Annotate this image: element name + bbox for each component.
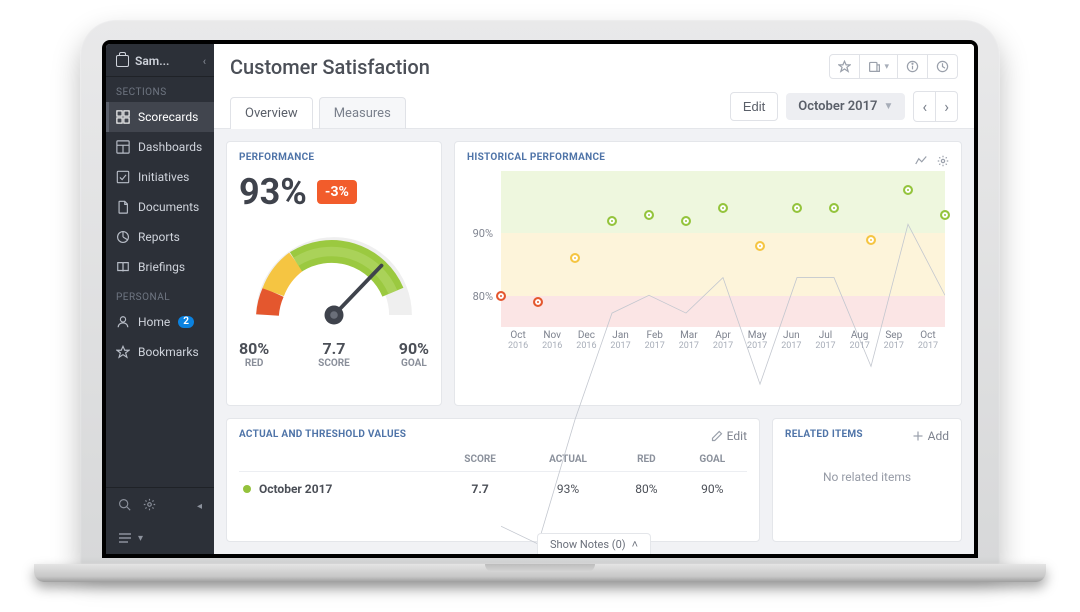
sidebar-item-home[interactable]: Home 2 xyxy=(106,307,214,337)
menu-icon[interactable]: ▾ xyxy=(106,524,214,554)
edit-button[interactable]: Edit xyxy=(730,92,778,121)
sidebar-item-label: Home xyxy=(138,315,170,329)
dashboard-icon xyxy=(116,140,130,154)
sidebar-item-label: Reports xyxy=(138,230,180,244)
header-actions: ▾ xyxy=(829,54,958,79)
org-switcher[interactable]: Sam... ‹ xyxy=(106,44,214,77)
status-dot-icon xyxy=(243,485,251,493)
period-selector[interactable]: October 2017 ▼ xyxy=(786,93,905,120)
sidebar-item-reports[interactable]: Reports xyxy=(106,222,214,252)
card-title: PERFORMANCE xyxy=(239,152,429,163)
gauge xyxy=(239,217,429,337)
history-button[interactable] xyxy=(927,55,957,78)
book-icon xyxy=(116,260,130,274)
sidebar: Sam... ‹ SECTIONS Scorecards Dashboards xyxy=(106,44,214,554)
document-icon xyxy=(116,200,130,214)
sidebar-item-scorecards[interactable]: Scorecards xyxy=(106,102,214,132)
chart-point[interactable] xyxy=(644,210,654,220)
sidebar-item-initiatives[interactable]: Initiatives xyxy=(106,162,214,192)
search-icon[interactable] xyxy=(118,498,131,514)
page-title: Customer Satisfaction xyxy=(230,55,819,79)
card-title: HISTORICAL PERFORMANCE xyxy=(467,152,949,163)
chart-point[interactable] xyxy=(533,297,543,307)
perf-goal-value: 90% xyxy=(399,339,429,358)
export-button[interactable]: ▾ xyxy=(859,55,897,78)
prev-period-button[interactable]: ‹ xyxy=(914,92,935,121)
tab-measures[interactable]: Measures xyxy=(319,97,406,129)
chart-point[interactable] xyxy=(792,203,802,213)
sidebar-item-label: Initiatives xyxy=(138,170,189,184)
section-header-sections: SECTIONS xyxy=(106,77,214,102)
main-area: Customer Satisfaction ▾ Overview xyxy=(214,44,974,554)
chart-point[interactable] xyxy=(829,203,839,213)
perf-score-label: SCORE xyxy=(318,358,350,369)
atv-period: October 2017 xyxy=(259,482,332,496)
historical-card: HISTORICAL PERFORMANCE 90%80% Oct2016Nov… xyxy=(454,141,962,406)
gear-icon[interactable] xyxy=(143,498,156,514)
chart-point[interactable] xyxy=(570,253,580,263)
section-header-personal: PERSONAL xyxy=(106,282,214,307)
info-button[interactable] xyxy=(897,55,927,78)
performance-delta: -3% xyxy=(317,180,357,204)
sidebar-item-label: Scorecards xyxy=(138,110,198,124)
grid-icon xyxy=(116,110,130,124)
sidebar-item-label: Bookmarks xyxy=(138,345,199,359)
chart-point[interactable] xyxy=(903,185,913,195)
sidebar-item-label: Dashboards xyxy=(138,140,202,154)
home-badge: 2 xyxy=(178,316,194,328)
perf-red-label: RED xyxy=(239,358,269,369)
page-header: Customer Satisfaction ▾ Overview xyxy=(214,44,974,129)
favorite-button[interactable] xyxy=(830,55,859,78)
perf-goal-label: GOAL xyxy=(399,358,429,369)
sidebar-item-briefings[interactable]: Briefings xyxy=(106,252,214,282)
historical-chart: 90%80% Oct2016Nov2016Dec2016Jan2017Feb20… xyxy=(467,171,949,351)
show-notes-label: Show Notes (0) xyxy=(550,538,626,551)
sidebar-item-label: Briefings xyxy=(138,260,185,274)
period-pager: ‹ › xyxy=(913,91,958,122)
suitcase-icon xyxy=(116,55,129,67)
performance-card: PERFORMANCE 93% -3% xyxy=(226,141,442,406)
sidebar-item-bookmarks[interactable]: Bookmarks xyxy=(106,337,214,367)
person-icon xyxy=(116,315,130,329)
chevron-left-icon: ‹ xyxy=(203,55,206,68)
chart-point[interactable] xyxy=(496,291,506,301)
show-notes-button[interactable]: Show Notes (0) ˄ xyxy=(537,533,651,554)
chevron-up-icon: ˄ xyxy=(632,538,638,551)
chart-point[interactable] xyxy=(718,203,728,213)
chart-point[interactable] xyxy=(755,241,765,251)
check-square-icon xyxy=(116,170,130,184)
chart-type-icon[interactable] xyxy=(915,152,927,171)
performance-pct: 93% xyxy=(239,171,307,213)
org-name: Sam... xyxy=(135,54,197,68)
chart-point[interactable] xyxy=(866,235,876,245)
sidebar-item-label: Documents xyxy=(138,200,199,214)
gear-icon[interactable] xyxy=(937,152,949,171)
tabs: Overview Measures xyxy=(230,96,406,128)
chart-point[interactable] xyxy=(681,216,691,226)
collapse-arrow-icon[interactable]: ◂ xyxy=(197,501,202,512)
star-icon xyxy=(116,345,130,359)
perf-score-value: 7.7 xyxy=(318,339,350,358)
period-label: October 2017 xyxy=(798,99,877,114)
sidebar-item-documents[interactable]: Documents xyxy=(106,192,214,222)
sidebar-item-dashboards[interactable]: Dashboards xyxy=(106,132,214,162)
chart-point[interactable] xyxy=(940,210,950,220)
pie-icon xyxy=(116,230,130,244)
perf-red-value: 80% xyxy=(239,339,269,358)
chart-point[interactable] xyxy=(607,216,617,226)
next-period-button[interactable]: › xyxy=(935,92,957,121)
tab-overview[interactable]: Overview xyxy=(230,97,313,129)
caret-down-icon: ▼ xyxy=(883,101,893,112)
